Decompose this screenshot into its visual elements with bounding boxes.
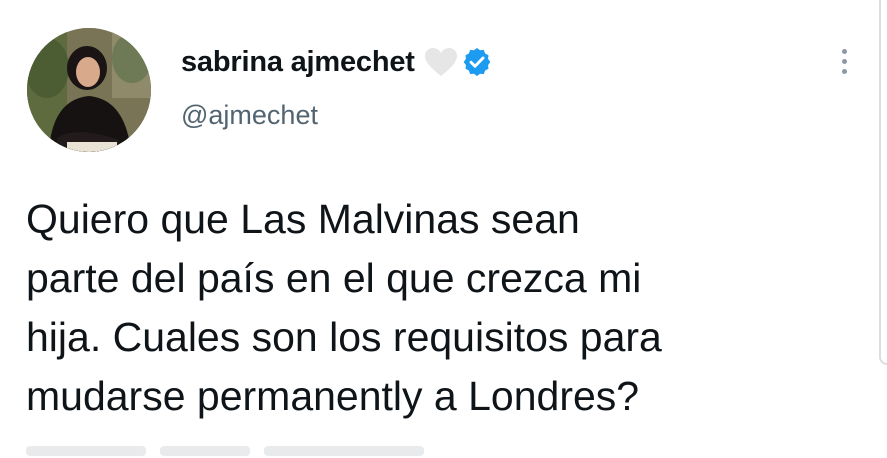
avatar[interactable] xyxy=(27,28,151,152)
more-options-icon[interactable] xyxy=(830,42,858,80)
cropped-text-fragment xyxy=(26,446,146,456)
tweet-card: sabrina ajmechet @ajmechet Quiero que La… xyxy=(0,0,887,458)
author-display-name[interactable]: sabrina ajmechet xyxy=(181,46,415,79)
more-dot xyxy=(841,48,847,54)
card-edge xyxy=(879,0,887,365)
cropped-next-line xyxy=(26,446,526,458)
more-dot xyxy=(841,58,847,64)
more-dot xyxy=(841,68,847,74)
cropped-text-fragment xyxy=(160,446,250,456)
heart-icon xyxy=(423,46,459,78)
avatar-image xyxy=(27,28,151,152)
tweet-text: Quiero que Las Malvinas sean parte del p… xyxy=(26,196,662,419)
cropped-text-fragment xyxy=(264,446,424,456)
verified-badge-icon xyxy=(461,46,493,78)
author-handle[interactable]: @ajmechet xyxy=(181,100,318,131)
author-name-row: sabrina ajmechet xyxy=(181,44,493,80)
